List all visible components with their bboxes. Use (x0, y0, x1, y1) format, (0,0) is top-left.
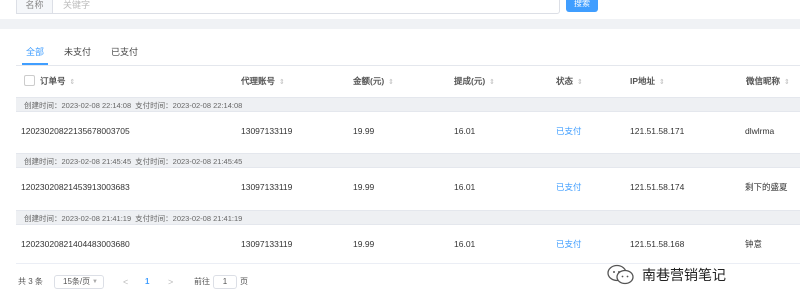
page-size-select[interactable]: 15条/页 ▼ (54, 275, 104, 289)
tabs-divider (16, 65, 800, 66)
watermark: 南巷营销笔记 (606, 261, 726, 289)
sort-icon[interactable]: ⇕ (659, 79, 665, 86)
search-input[interactable]: 关键字 (52, 0, 560, 14)
sort-icon[interactable]: ⇕ (577, 79, 583, 86)
agent-account: 13097133119 (241, 239, 293, 249)
amount: 19.99 (353, 239, 375, 249)
amount: 19.99 (353, 126, 375, 136)
commission: 16.01 (454, 126, 476, 136)
order-group-header: 创建时间：2023-02-08 21:45:45 支付时间：2023-02-08 … (16, 153, 800, 168)
wechat-nickname: dlwlrma (745, 126, 775, 136)
amount: 19.99 (353, 182, 375, 192)
header-wechat[interactable]: 微信昵称 ⇕ (746, 67, 790, 95)
status-badge: 已支付 (556, 182, 582, 192)
tab-paid[interactable]: 已支付 (101, 43, 148, 65)
select-all-checkbox[interactable] (24, 75, 35, 87)
header-order-no[interactable]: 订单号 ⇕ (24, 67, 75, 95)
status-badge: 已支付 (556, 239, 582, 249)
sort-icon[interactable]: ⇕ (70, 79, 76, 86)
wechat-icon (606, 264, 636, 286)
created-time: 创建时间：2023-02-08 21:45:45 (24, 157, 132, 166)
created-time: 创建时间：2023-02-08 22:14:08 (24, 101, 132, 110)
header-commission[interactable]: 提成(元) ⇕ (454, 67, 495, 95)
commission: 16.01 (454, 239, 476, 249)
ip-address: 121.51.58.168 (630, 239, 685, 249)
created-time: 创建时间：2023-02-08 21:41:19 (24, 214, 132, 223)
order-no: 1202302082213567800370​5 (21, 126, 130, 136)
table-header: 订单号 ⇕ 代理账号 ⇕ 金额(元) ⇕ 提成(元) ⇕ 状态 ⇕ IP地址 ⇕ 微信昵称 ⇕ (16, 67, 800, 95)
table-row[interactable]: 1202302082213567800370​5 13097133119 19.… (16, 113, 800, 149)
total-count: 共 3 条 (18, 277, 43, 286)
prev-page-button[interactable]: < (123, 275, 128, 289)
tab-all[interactable]: 全部 (16, 43, 54, 65)
sort-icon[interactable]: ⇕ (489, 79, 495, 86)
wechat-nickname: 钟意 (745, 239, 763, 249)
status-tabs: 全部 未支付 已支付 (16, 43, 148, 65)
header-ip[interactable]: IP地址 ⇕ (630, 67, 665, 95)
header-agent[interactable]: 代理账号 ⇕ (241, 67, 285, 95)
sort-icon[interactable]: ⇕ (388, 79, 394, 86)
wechat-nickname: 剩下的盛夏 (745, 182, 788, 192)
search-label: 名称 (16, 0, 52, 14)
ip-address: 121.51.58.174 (630, 182, 685, 192)
ip-address: 121.51.58.171 (630, 126, 685, 136)
chevron-down-icon: ▼ (92, 279, 98, 285)
order-group-header: 创建时间：2023-02-08 21:41:19 支付时间：2023-02-08 … (16, 210, 800, 225)
goto-page-input[interactable]: 1 (213, 275, 237, 289)
watermark-text: 南巷营销笔记 (642, 267, 726, 283)
header-status[interactable]: 状态 ⇕ (556, 67, 583, 95)
sort-icon[interactable]: ⇕ (784, 79, 790, 86)
page-size-value: 15条/页 (63, 277, 91, 286)
agent-account: 13097133119 (241, 126, 293, 136)
table-row[interactable]: 120230208214044830036​80 13097133119 19.… (16, 226, 800, 262)
paid-time: 支付时间：2023-02-08 21:41:19 (135, 214, 243, 223)
order-no: 120230208214539130036​83 (21, 182, 130, 192)
agent-account: 13097133119 (241, 182, 293, 192)
status-badge: 已支付 (556, 126, 582, 136)
paid-time: 支付时间：2023-02-08 22:14:08 (135, 101, 243, 110)
tab-unpaid[interactable]: 未支付 (54, 43, 101, 65)
current-page[interactable]: 1 (145, 275, 149, 289)
table-row[interactable]: 120230208214539130036​83 13097133119 19.… (16, 169, 800, 205)
commission: 16.01 (454, 182, 476, 192)
order-no: 120230208214044830036​80 (21, 239, 130, 249)
search-button[interactable]: 搜索 (566, 0, 598, 12)
search-bar: 名称 关键字 搜索 (0, 0, 800, 19)
sort-icon[interactable]: ⇕ (279, 79, 285, 86)
order-group-header: 创建时间：2023-02-08 22:14:08 支付时间：2023-02-08 … (16, 97, 800, 112)
goto-label: 前往 (194, 277, 210, 286)
header-amount[interactable]: 金额(元) ⇕ (353, 67, 394, 95)
page-unit: 页 (240, 277, 248, 286)
next-page-button[interactable]: > (168, 275, 173, 289)
paid-time: 支付时间：2023-02-08 21:45:45 (135, 157, 243, 166)
